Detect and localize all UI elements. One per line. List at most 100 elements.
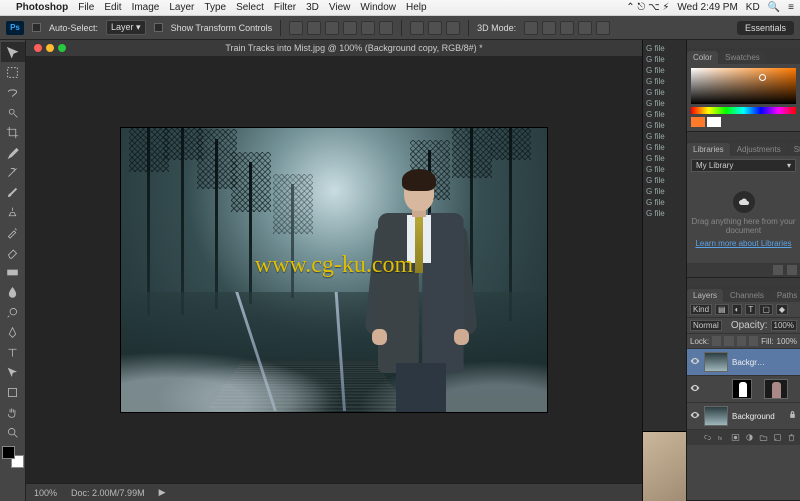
lock-all-icon[interactable]	[749, 336, 758, 346]
image-menu[interactable]: Image	[132, 2, 160, 13]
previous-color-swatch[interactable]	[707, 117, 721, 127]
canvas[interactable]: www.cg-ku.com	[121, 128, 547, 412]
layer-thumbnail[interactable]	[764, 379, 788, 399]
spotlight-icon[interactable]: 🔍	[768, 2, 780, 13]
adjustment-layer-icon[interactable]	[744, 432, 755, 443]
tab-paths[interactable]: Paths	[771, 289, 800, 302]
layer-row[interactable]: Backgr…	[687, 349, 800, 376]
show-transform-checkbox[interactable]	[154, 23, 163, 32]
new-layer-icon[interactable]	[772, 432, 783, 443]
pen-tool[interactable]	[1, 322, 25, 342]
layer-filter-icon[interactable]: ▢	[759, 304, 773, 315]
type-menu[interactable]: Type	[204, 2, 226, 13]
eraser-tool[interactable]	[1, 242, 25, 262]
color-field[interactable]	[691, 68, 796, 104]
history-brush-tool[interactable]	[1, 222, 25, 242]
current-color-swatch[interactable]	[691, 117, 705, 127]
libraries-learn-more-link[interactable]: Learn more about Libraries	[695, 239, 791, 248]
layer-filter-kind[interactable]: Kind	[690, 304, 712, 315]
color-swatches[interactable]	[2, 446, 24, 468]
layer-menu[interactable]: Layer	[169, 2, 194, 13]
lock-pixels-icon[interactable]	[724, 336, 733, 346]
library-add-icon[interactable]	[773, 265, 783, 275]
auto-select-checkbox[interactable]	[32, 23, 41, 32]
doc-size[interactable]: Doc: 2.00M/7.99M	[71, 488, 145, 498]
tab-libraries[interactable]: Libraries	[687, 143, 730, 156]
canvas-viewport[interactable]: www.cg-ku.com	[26, 56, 642, 483]
link-layers-icon[interactable]	[702, 432, 713, 443]
notification-center-icon[interactable]: ≡	[788, 2, 794, 13]
tab-adjustments[interactable]: Adjustments	[731, 143, 787, 156]
distribute-h-icon[interactable]	[410, 21, 424, 35]
group-icon[interactable]	[758, 432, 769, 443]
close-window-icon[interactable]	[34, 44, 42, 52]
app-menu[interactable]: Photoshop	[16, 2, 68, 13]
shape-tool[interactable]	[1, 382, 25, 402]
crop-tool[interactable]	[1, 122, 25, 142]
tab-swatches[interactable]: Swatches	[719, 51, 766, 64]
tab-styles[interactable]: Styles	[788, 143, 800, 156]
opacity-value[interactable]: 100%	[771, 320, 797, 331]
3d-pan-icon[interactable]	[560, 21, 574, 35]
layer-fx-icon[interactable]: fx	[716, 432, 727, 443]
view-menu[interactable]: View	[329, 2, 351, 13]
hand-tool[interactable]	[1, 402, 25, 422]
ps-home-icon[interactable]: Ps	[6, 21, 24, 35]
window-menu[interactable]: Window	[360, 2, 396, 13]
zoom-level[interactable]: 100%	[34, 488, 57, 498]
3d-menu[interactable]: 3D	[306, 2, 319, 13]
layer-mask-thumbnail[interactable]	[732, 379, 752, 399]
workspace-switcher[interactable]: Essentials	[737, 21, 794, 35]
layer-filter-icon[interactable]: T	[745, 304, 756, 315]
visibility-toggle-icon[interactable]	[690, 410, 700, 423]
gradient-tool[interactable]	[1, 262, 25, 282]
layer-thumbnail[interactable]	[704, 352, 728, 372]
trash-icon[interactable]	[786, 432, 797, 443]
eyedropper-tool[interactable]	[1, 142, 25, 162]
minimize-window-icon[interactable]	[46, 44, 54, 52]
select-menu[interactable]: Select	[236, 2, 264, 13]
move-tool[interactable]	[1, 42, 25, 62]
dodge-tool[interactable]	[1, 302, 25, 322]
layer-row[interactable]	[687, 376, 800, 403]
brush-tool[interactable]	[1, 182, 25, 202]
marquee-tool[interactable]	[1, 62, 25, 82]
lasso-tool[interactable]	[1, 82, 25, 102]
library-dropdown[interactable]: My Library▾	[691, 159, 796, 172]
layer-thumbnail[interactable]	[704, 406, 728, 426]
layer-filter-icon[interactable]: ◐	[732, 304, 743, 315]
distribute-v-icon[interactable]	[428, 21, 442, 35]
foreground-color-swatch[interactable]	[2, 446, 15, 459]
lock-transparency-icon[interactable]	[712, 336, 721, 346]
library-trash-icon[interactable]	[787, 265, 797, 275]
zoom-tool[interactable]	[1, 422, 25, 442]
distribute-spacing-icon[interactable]	[446, 21, 460, 35]
align-right-icon[interactable]	[325, 21, 339, 35]
align-left-icon[interactable]	[289, 21, 303, 35]
3d-orbit-icon[interactable]	[524, 21, 538, 35]
tab-color[interactable]: Color	[687, 51, 718, 64]
file-menu[interactable]: File	[78, 2, 94, 13]
blend-mode-dropdown[interactable]: Normal	[690, 320, 722, 331]
align-bottom-icon[interactable]	[379, 21, 393, 35]
visibility-toggle-icon[interactable]	[690, 383, 700, 396]
clone-stamp-tool[interactable]	[1, 202, 25, 222]
user-menu[interactable]: KD	[746, 2, 760, 13]
blur-tool[interactable]	[1, 282, 25, 302]
tab-channels[interactable]: Channels	[724, 289, 770, 302]
align-center-v-icon[interactable]	[361, 21, 375, 35]
type-tool[interactable]	[1, 342, 25, 362]
auto-select-target-dropdown[interactable]: Layer ▾	[106, 20, 146, 35]
edit-menu[interactable]: Edit	[104, 2, 121, 13]
zoom-window-icon[interactable]	[58, 44, 66, 52]
layer-row[interactable]: Background	[687, 403, 800, 430]
layer-mask-icon[interactable]	[730, 432, 741, 443]
healing-brush-tool[interactable]	[1, 162, 25, 182]
3d-roll-icon[interactable]	[542, 21, 556, 35]
layer-name[interactable]: Background	[732, 412, 784, 421]
layer-filter-icon[interactable]: ◆	[776, 304, 788, 315]
layer-filter-icon[interactable]: ▤	[715, 304, 729, 315]
status-chevron-icon[interactable]: ▶	[159, 487, 166, 498]
layer-name[interactable]: Backgr…	[732, 358, 797, 367]
path-select-tool[interactable]	[1, 362, 25, 382]
